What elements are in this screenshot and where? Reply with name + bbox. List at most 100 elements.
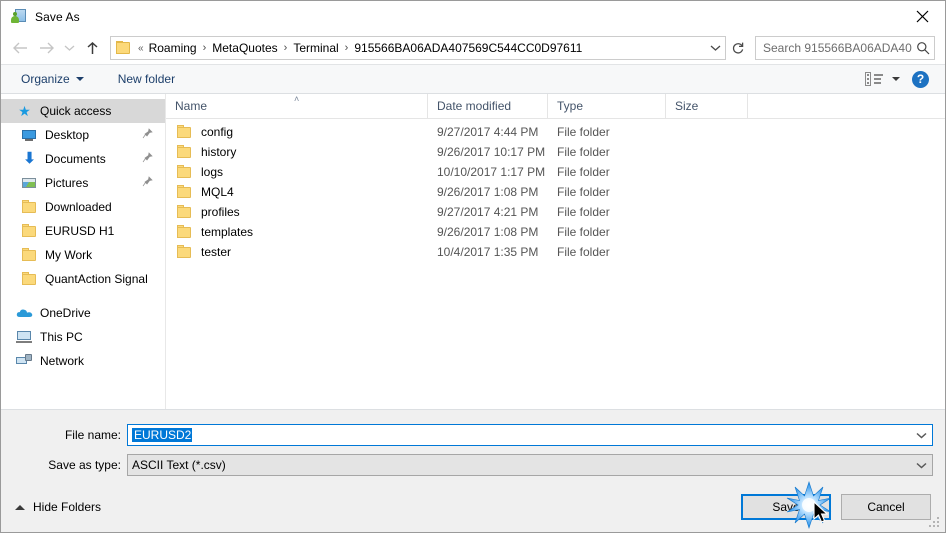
sidebar-item-quick-access[interactable]: ★ Quick access	[1, 99, 165, 123]
change-view-button[interactable]	[865, 72, 900, 86]
file-date-cell: 9/27/2017 4:44 PM	[437, 125, 539, 139]
sidebar-item-quantaction-signal[interactable]: QuantAction Signal	[1, 267, 165, 291]
address-bar[interactable]: « Roaming › MetaQuotes › Terminal › 9155…	[110, 36, 726, 60]
column-header-row: Name ˄ Date modified Type Size	[166, 93, 945, 119]
hide-folders-button[interactable]: Hide Folders	[15, 500, 101, 514]
file-type-cell: File folder	[557, 165, 610, 179]
back-button[interactable]	[7, 35, 33, 61]
table-row[interactable]: history 9/26/2017 10:17 PM File folder	[166, 142, 945, 162]
breadcrumb-separator[interactable]: ›	[201, 42, 209, 54]
navigation-pane: ★ Quick access Desktop ⬇ Documents Pictu…	[1, 94, 166, 409]
file-name-cell: MQL4	[166, 184, 428, 200]
breadcrumb-separator[interactable]: ›	[282, 42, 290, 54]
monitor-icon	[21, 127, 38, 143]
breadcrumb-item-terminal-id[interactable]: 915566BA06ADA407569C544CC0D97611	[350, 39, 586, 57]
file-name-label: profiles	[201, 205, 240, 219]
breadcrumb-overflow[interactable]: «	[137, 43, 145, 54]
table-row[interactable]: templates 9/26/2017 1:08 PM File folder	[166, 222, 945, 242]
save-as-type-row: Save as type: ASCII Text (*.csv)	[1, 452, 945, 478]
refresh-icon	[732, 42, 744, 54]
pc-icon	[16, 329, 33, 345]
sidebar-item-label: My Work	[45, 248, 93, 262]
sidebar-item-desktop[interactable]: Desktop	[1, 123, 165, 147]
close-button[interactable]	[899, 1, 945, 31]
file-name-input[interactable]: EURUSD2	[127, 424, 933, 446]
chevron-down-icon	[75, 77, 84, 81]
file-name-cell: config	[166, 124, 428, 140]
save-button[interactable]: Save	[741, 494, 831, 520]
chevron-down-icon	[64, 45, 74, 51]
file-date-cell: 10/10/2017 1:17 PM	[437, 165, 546, 179]
new-folder-label: New folder	[117, 72, 176, 86]
sidebar-item-label: Downloaded	[45, 200, 112, 214]
save-as-type-select[interactable]: ASCII Text (*.csv)	[127, 454, 933, 476]
column-header-type[interactable]: Type	[548, 93, 666, 119]
refresh-button[interactable]	[727, 36, 749, 60]
cancel-button[interactable]: Cancel	[841, 494, 931, 520]
file-name-dropdown-button[interactable]	[910, 432, 932, 439]
breadcrumb-item-roaming[interactable]: Roaming	[145, 39, 201, 57]
sidebar-item-pictures[interactable]: Pictures	[1, 171, 165, 195]
table-row[interactable]: MQL4 9/26/2017 1:08 PM File folder	[166, 182, 945, 202]
file-list-pane: Name ˄ Date modified Type Size config 9/…	[166, 93, 945, 409]
chevron-down-icon	[892, 77, 900, 81]
folder-icon	[116, 41, 132, 55]
arrow-left-icon	[12, 42, 27, 54]
folder-icon	[21, 199, 38, 215]
table-row[interactable]: config 9/27/2017 4:44 PM File folder	[166, 122, 945, 142]
help-button[interactable]: ?	[912, 70, 929, 88]
resize-grip[interactable]	[929, 517, 941, 529]
file-name-value-wrap: EURUSD2	[128, 428, 910, 442]
column-header-size-label: Size	[675, 99, 699, 113]
folder-icon	[176, 184, 193, 200]
column-header-date-modified[interactable]: Date modified	[428, 93, 548, 119]
file-name-label: MQL4	[201, 185, 234, 199]
chevron-down-icon	[710, 45, 720, 51]
column-header-name[interactable]: Name ˄	[166, 93, 428, 119]
sidebar-item-label: Documents	[45, 152, 106, 166]
save-as-type-dropdown-button[interactable]	[910, 462, 932, 469]
sidebar-item-label: EURUSD H1	[45, 224, 115, 238]
search-box[interactable]: Search 915566BA06ADA40756...	[755, 36, 935, 60]
file-type-cell: File folder	[557, 245, 610, 259]
organize-button[interactable]: Organize	[15, 69, 90, 89]
sidebar-item-label: Pictures	[45, 176, 89, 190]
sidebar-item-my-work[interactable]: My Work	[1, 243, 165, 267]
breadcrumb-item-metaquotes[interactable]: MetaQuotes	[208, 39, 281, 57]
column-header-date-label: Date modified	[437, 99, 512, 113]
save-as-app-icon	[11, 8, 27, 25]
up-button[interactable]	[79, 35, 105, 61]
sidebar-item-eurusd-h1[interactable]: EURUSD H1	[1, 219, 165, 243]
table-row[interactable]: logs 10/10/2017 1:17 PM File folder	[166, 162, 945, 182]
sidebar-item-label: Network	[40, 354, 85, 368]
table-row[interactable]: tester 10/4/2017 1:35 PM File folder	[166, 242, 945, 262]
search-input[interactable]: Search 915566BA06ADA40756...	[756, 41, 912, 55]
new-folder-button[interactable]: New folder	[112, 69, 181, 89]
column-header-name-label: Name	[175, 99, 208, 113]
sidebar-item-label: OneDrive	[40, 306, 91, 320]
file-name-label: File name:	[64, 428, 121, 442]
save-as-type-label: Save as type:	[48, 458, 121, 472]
file-name-cell: history	[166, 144, 428, 160]
arrow-up-icon	[87, 41, 97, 54]
sidebar-item-downloaded[interactable]: Downloaded	[1, 195, 165, 219]
sidebar-item-network[interactable]: Network	[1, 349, 165, 373]
sidebar-item-onedrive[interactable]: OneDrive	[1, 301, 165, 325]
pin-icon	[142, 176, 153, 188]
recent-locations-button[interactable]	[59, 35, 79, 61]
pin-icon	[142, 128, 153, 140]
chevron-down-icon	[916, 462, 926, 469]
sidebar-item-label: Desktop	[45, 128, 90, 142]
sidebar-item-this-pc[interactable]: This PC	[1, 325, 165, 349]
sidebar-item-documents[interactable]: ⬇ Documents	[1, 147, 165, 171]
table-row[interactable]: profiles 9/27/2017 4:21 PM File folder	[166, 202, 945, 222]
forward-button[interactable]	[33, 35, 59, 61]
file-name-cell: tester	[166, 244, 428, 260]
address-dropdown-button[interactable]	[705, 37, 725, 59]
file-name-row: File name: EURUSD2	[1, 422, 945, 448]
column-header-size[interactable]: Size	[666, 93, 748, 119]
breadcrumb-item-terminal[interactable]: Terminal	[289, 39, 342, 57]
breadcrumb-separator[interactable]: ›	[343, 42, 351, 54]
file-date-cell: 9/26/2017 1:08 PM	[437, 185, 539, 199]
help-label: ?	[916, 72, 925, 86]
